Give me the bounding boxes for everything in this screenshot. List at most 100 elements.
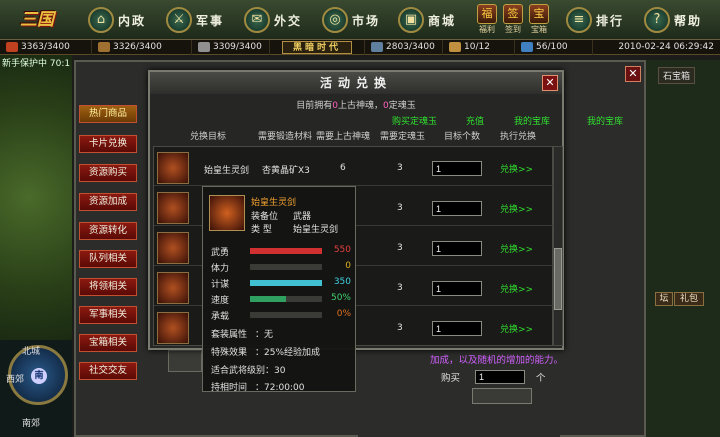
chest-icon: ▣ <box>398 7 424 33</box>
quantity-input[interactable] <box>432 281 482 296</box>
compass-center: 南 <box>31 368 47 384</box>
side-menu-resource-convert[interactable]: 资源转化 <box>79 222 137 240</box>
nav-neizheng-button[interactable]: ⌂ 内政 <box>88 6 146 34</box>
nav-waijiao-button[interactable]: ✉ 外交 <box>244 6 302 34</box>
exchange-button[interactable]: 兑换>> <box>500 242 533 255</box>
stat-row: 体力 0 <box>211 261 351 274</box>
quantity-input[interactable] <box>432 241 482 256</box>
stone-chest-label[interactable]: 石宝箱 <box>658 67 696 84</box>
signin-button[interactable]: 签签到 <box>502 4 524 35</box>
stat-bar-fill <box>250 296 286 302</box>
stat-row: 速度 50% <box>211 293 351 306</box>
side-menu-resource-bonus[interactable]: 资源加成 <box>79 193 137 211</box>
tooltip-item-name: 始皇生灵剑 <box>251 198 297 208</box>
item-thumb[interactable] <box>168 350 202 372</box>
gift-pack-button[interactable]: 礼包 <box>674 292 704 306</box>
resource-food: 3363/3400 <box>0 39 92 55</box>
people-icon <box>449 42 461 52</box>
armor-item-icon[interactable] <box>157 232 189 264</box>
close-icon: ✕ <box>545 76 555 89</box>
tan-button[interactable]: 坛 <box>655 292 673 306</box>
action-icon <box>521 42 533 52</box>
item-tooltip: 始皇生灵剑 装备位 武器 类 型 始皇生灵剑 武勇 550 体力 0 计谋 350 速… <box>202 186 356 393</box>
signin-icon: 签 <box>503 4 523 24</box>
side-menu-queue[interactable]: 队列相关 <box>79 250 137 268</box>
side-menu-military[interactable]: 军事相关 <box>79 306 137 324</box>
dir-west[interactable]: 西郊 <box>6 372 24 385</box>
side-menu-hot[interactable]: 热门商品 <box>79 105 137 123</box>
scroll-icon: ✉ <box>244 7 270 33</box>
exchange-button[interactable]: 兑换>> <box>500 162 533 175</box>
datetime: 2010-02-24 06:29:42 <box>618 42 714 52</box>
dir-south[interactable]: 南郊 <box>22 416 40 429</box>
side-menu-card[interactable]: 卡片兑换 <box>79 135 137 153</box>
right-panel <box>646 60 720 437</box>
stat-row: 承载 0% <box>211 309 351 322</box>
stone-icon <box>198 42 210 52</box>
sword-item-icon[interactable] <box>157 152 189 184</box>
newbie-protect-text: 新手保护中 70:1 <box>2 59 71 69</box>
scrollbar-thumb[interactable] <box>554 248 562 310</box>
exchange-button[interactable]: 兑换>> <box>500 322 533 335</box>
treasure-icon: 宝 <box>529 4 549 24</box>
list-scrollbar[interactable] <box>553 146 563 346</box>
shop-close-button[interactable]: ✕ <box>625 66 641 82</box>
resource-iron: 2803/3400 <box>365 39 443 55</box>
my-treasury-link-2[interactable]: 我的宝库 <box>587 114 623 127</box>
dir-north[interactable]: 北城 <box>22 344 40 357</box>
world-map-view[interactable] <box>0 55 72 340</box>
dialog-close-button[interactable]: ✕ <box>542 75 558 91</box>
stat-bar <box>250 280 322 286</box>
exchange-button[interactable]: 兑换>> <box>500 202 533 215</box>
exchange-button[interactable]: 兑换>> <box>500 282 533 295</box>
resource-stone: 3309/3400 <box>192 39 270 55</box>
nav-shichang-button[interactable]: ◎ 市场 <box>322 6 380 34</box>
nav-junshi-button[interactable]: ⚔ 军事 <box>166 6 224 34</box>
side-menu-general[interactable]: 将领相关 <box>79 278 137 296</box>
stat-bar-fill <box>250 248 322 254</box>
treasure-button[interactable]: 宝宝箱 <box>528 4 550 35</box>
iron-icon <box>371 42 383 52</box>
gift-icon: 福 <box>477 4 497 24</box>
buy-jade-link[interactable]: 购买定魂玉 <box>392 114 437 127</box>
nav-shangcheng-button[interactable]: ▣ 商城 <box>398 6 456 34</box>
recharge-link[interactable]: 充值 <box>466 114 484 127</box>
stat-bar-fill <box>250 280 322 286</box>
buy-label: 购买 <box>441 373 461 384</box>
side-menu-resource-buy[interactable]: 资源购买 <box>79 164 137 182</box>
stat-bar <box>250 312 322 318</box>
buy-unit: 个 <box>536 373 546 384</box>
quantity-input[interactable] <box>432 201 482 216</box>
sword-icon <box>209 195 245 231</box>
helmet-item-icon[interactable] <box>157 192 189 224</box>
side-menu-chest[interactable]: 宝箱相关 <box>79 334 137 352</box>
side-menu-social[interactable]: 社交交友 <box>79 362 137 380</box>
quantity-input[interactable] <box>432 161 482 176</box>
stat-bar <box>250 296 322 302</box>
food-icon <box>6 42 18 52</box>
dialog-title: 活动兑换 <box>150 72 562 94</box>
stat-bar <box>250 248 322 254</box>
resource-count: 10/12 <box>443 39 515 55</box>
stat-row: 武勇 550 <box>211 245 351 258</box>
buy-quantity-input[interactable] <box>475 370 525 384</box>
buy-button[interactable] <box>472 388 532 404</box>
stat-row: 计谋 350 <box>211 277 351 290</box>
robe-item-icon[interactable] <box>157 272 189 304</box>
mount-item-icon[interactable] <box>157 312 189 344</box>
nav-paihang-button[interactable]: ≡ 排行 <box>566 6 624 34</box>
owned-summary: 目前拥有0上古神魂，0定魂玉 <box>296 101 416 111</box>
era-display: 黑暗时代 <box>270 39 365 55</box>
wood-icon <box>98 42 110 52</box>
coins-icon: ◎ <box>322 7 348 33</box>
resource-bar: 3363/3400 3326/3400 3309/3400 黑暗时代 2803/… <box>0 39 720 55</box>
rank-scroll-icon: ≡ <box>566 7 592 33</box>
resource-wood: 3326/3400 <box>92 39 192 55</box>
my-treasury-link[interactable]: 我的宝库 <box>514 114 550 127</box>
nav-bangzhu-button[interactable]: ? 帮助 <box>644 6 702 34</box>
resource-action: 56/100 <box>515 39 593 55</box>
stat-bar <box>250 264 322 270</box>
game-logo: 三国 <box>20 10 54 30</box>
welfare-button[interactable]: 福福利 <box>476 4 498 35</box>
quantity-input[interactable] <box>432 321 482 336</box>
